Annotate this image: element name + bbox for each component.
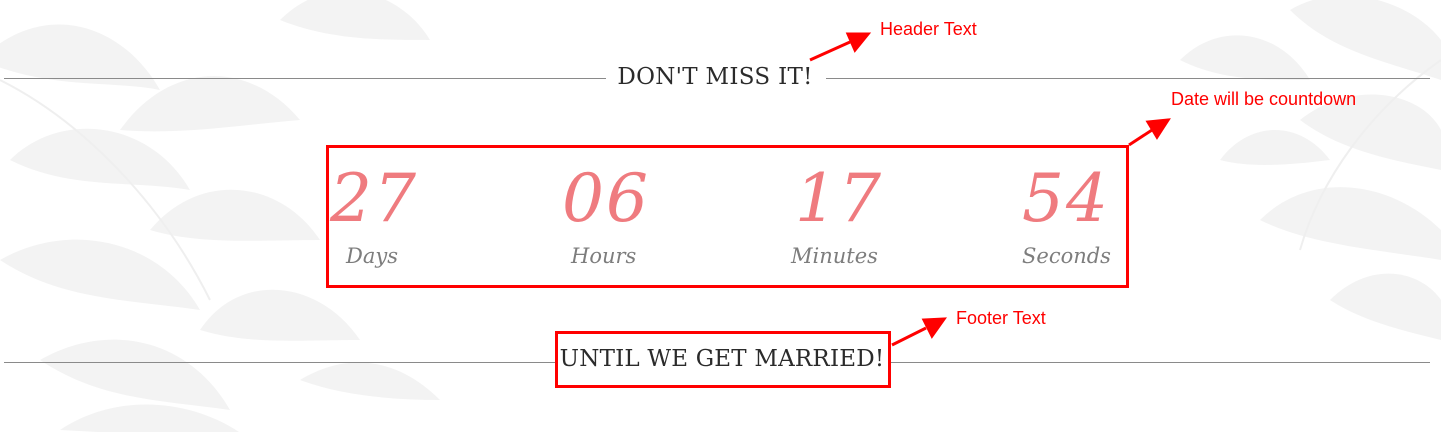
footer-text-annotation: Footer Text xyxy=(956,308,1046,328)
countdown-days: 27 Days xyxy=(326,145,526,287)
countdown-section: DON'T MISS IT! 27 Days 06 Hours 17 Minut… xyxy=(0,0,1441,432)
countdown-minutes: 17 Minutes xyxy=(791,145,991,287)
header-title: DON'T MISS IT! xyxy=(617,64,813,90)
footer-title: UNTIL WE GET MARRIED! xyxy=(559,346,885,372)
header-text-annotation: Header Text xyxy=(880,19,977,39)
countdown-hours-value: 06 xyxy=(562,160,650,237)
countdown-days-label: Days xyxy=(346,244,398,268)
countdown-minutes-value: 17 xyxy=(795,160,883,237)
header-divider-left xyxy=(4,78,606,79)
header-divider-right xyxy=(826,78,1430,79)
countdown-seconds-label: Seconds xyxy=(1022,244,1111,268)
footer-divider-right xyxy=(889,362,1430,363)
countdown-annotation: Date will be countdown xyxy=(1171,89,1357,109)
countdown-days-value: 27 xyxy=(330,160,418,237)
footer-divider-left xyxy=(4,362,555,363)
countdown-hours-label: Hours xyxy=(571,244,637,268)
countdown-timer: 27 Days 06 Hours 17 Minutes 54 Seconds xyxy=(326,145,1128,287)
countdown-minutes-label: Minutes xyxy=(791,244,878,268)
countdown-seconds: 54 Seconds xyxy=(1020,145,1220,287)
countdown-hours: 06 Hours xyxy=(562,145,762,287)
countdown-seconds-value: 54 xyxy=(1022,160,1110,237)
